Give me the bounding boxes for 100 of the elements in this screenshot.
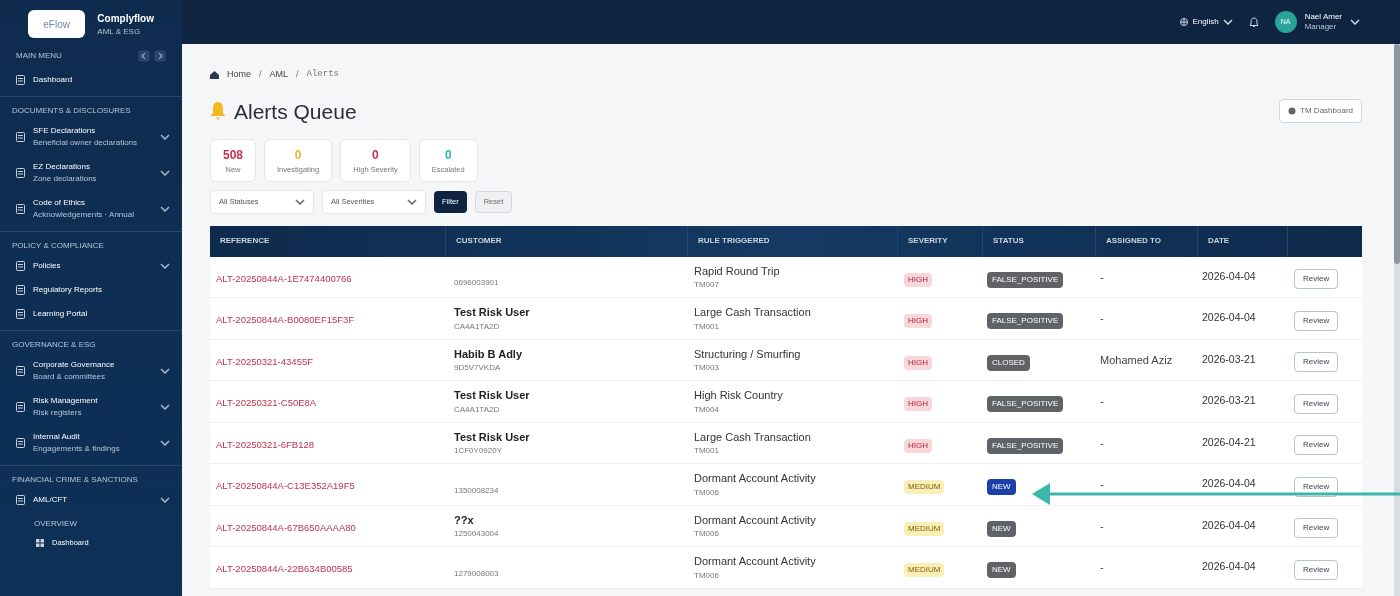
table-cell-text: -	[1099, 518, 1105, 534]
page-icon	[16, 309, 25, 319]
customer-name: Test Risk User	[454, 305, 531, 320]
nav-label: Corporate Governance	[33, 359, 116, 371]
breadcrumb-separator: /	[296, 68, 299, 81]
severity-badge: HIGH	[904, 438, 932, 453]
review-button[interactable]: Review	[1294, 269, 1339, 290]
page-icon	[16, 438, 25, 448]
page-icon	[16, 402, 25, 412]
dashboard-button[interactable]: TM Dashboard	[1279, 99, 1362, 124]
nav-item[interactable]: EZ Declarations Zone declarations	[0, 157, 182, 189]
globe-icon	[1180, 18, 1189, 26]
column-header: SEVERITY	[898, 225, 983, 257]
stat-value: 0	[294, 147, 302, 164]
table-cell-text: -	[1099, 560, 1105, 575]
review-button[interactable]: Review	[1294, 435, 1339, 456]
user-role: Manager	[1304, 22, 1338, 32]
reference-link[interactable]: ALT-20250321-6FB128	[216, 438, 315, 450]
language-label: English	[1192, 16, 1219, 28]
reference-link[interactable]: ALT-20250321-C50E8A	[216, 397, 317, 409]
table-cell-text: -	[1099, 435, 1105, 451]
severity-badge: MEDIUM	[904, 563, 945, 578]
breadcrumb-link[interactable]: Home	[227, 68, 251, 82]
nav-item[interactable]: AML/CFT	[0, 490, 182, 510]
customer-id: CA4A1TA2D	[454, 403, 501, 416]
status-badge: FALSE_POSITIVE	[987, 313, 1064, 330]
rule-code: TM003	[694, 362, 720, 374]
column-header: RULE TRIGGERED	[688, 225, 898, 257]
page-title: Alerts Queue	[234, 98, 357, 125]
stat-value: 508	[223, 147, 244, 164]
column-header: ASSIGNED TO	[1096, 225, 1198, 257]
table-cell-text: 2026-04-04	[1201, 517, 1257, 533]
collapse-icon	[138, 50, 150, 62]
reference-link[interactable]: ALT-20250844A-B0080EF15F3F	[216, 314, 355, 326]
status-badge: FALSE_POSITIVE	[987, 396, 1064, 413]
reference-link[interactable]: ALT-20250844A-67B650AAAA80	[216, 521, 356, 533]
customer-id: CA4A1TA2D	[454, 320, 501, 333]
customer-name: Test Risk User	[454, 388, 531, 403]
review-button[interactable]: Review	[1294, 559, 1339, 580]
nav-label: Risk Management	[33, 395, 99, 407]
table-cell-text: 2026-04-21	[1201, 434, 1257, 450]
page-icon	[16, 495, 25, 505]
app-tagline: AML & ESG	[97, 25, 142, 38]
table-cell-text: -	[1099, 394, 1105, 409]
rule-name: High Risk Country	[694, 388, 784, 403]
review-button[interactable]: Review	[1294, 476, 1339, 497]
review-button[interactable]: Review	[1294, 352, 1339, 373]
customer-id: 1250043004	[454, 528, 500, 540]
review-button[interactable]: Review	[1294, 310, 1339, 331]
review-button[interactable]: Review	[1294, 518, 1339, 539]
nav-item[interactable]: Regulatory Reports	[0, 280, 182, 300]
rule-name: Dormant Account Activity	[694, 471, 817, 486]
severity-badge: MEDIUM	[904, 480, 945, 495]
nav-item[interactable]: Code of Ethics Acknowledgements · Annual	[0, 193, 182, 225]
reference-link[interactable]: ALT-20250844A-C13E352A19F5	[216, 480, 355, 492]
status-badge: FALSE_POSITIVE	[987, 271, 1064, 288]
bell-icon	[210, 102, 226, 121]
rule-name: Rapid Round Trip	[694, 263, 781, 279]
nav-sublabel: Zone declarations	[33, 173, 98, 185]
grid-icon	[36, 538, 44, 547]
section-heading: DOCUMENTS & DISCLOSURES	[11, 105, 132, 117]
table-cell-text: Mohamed Aziz	[1099, 352, 1174, 368]
severity-badge: HIGH	[904, 272, 932, 287]
table-cell-text: 2026-03-21	[1201, 351, 1257, 367]
reference-link[interactable]: ALT-20250321-43455F	[216, 355, 313, 367]
nav-item[interactable]: Dashboard	[0, 70, 182, 90]
language-selector[interactable]: English	[1180, 16, 1233, 28]
rule-code: TM006	[694, 569, 720, 582]
breadcrumb-current: Alerts	[306, 68, 339, 81]
chevron-down-icon	[1222, 19, 1233, 25]
rule-name: Dormant Account Activity	[694, 554, 817, 569]
rule-code: TM004	[694, 403, 720, 416]
reference-link[interactable]: ALT-20250844A-22B634B00585	[216, 563, 353, 575]
section-heading: FINANCIAL CRIME & SANCTIONS	[11, 474, 139, 486]
nav-item[interactable]: Corporate Governance Board & committees	[0, 355, 182, 387]
nav-item[interactable]: Policies	[0, 256, 182, 276]
reference-link[interactable]: ALT-20250844A-1E7474400766	[216, 272, 352, 284]
page-icon	[16, 204, 25, 214]
nav-label: Internal Audit	[33, 431, 81, 443]
page-icon	[16, 132, 25, 142]
nav-item[interactable]: Internal Audit Engagements & findings	[0, 427, 182, 459]
severity-badge: MEDIUM	[904, 521, 945, 536]
nav-label: SFE Declarations	[33, 125, 97, 137]
rule-name: Large Cash Transaction	[694, 305, 812, 320]
severity-badge: HIGH	[904, 397, 932, 412]
table-cell-text: 2026-04-04	[1201, 268, 1257, 284]
rule-name: Large Cash Transaction	[694, 429, 812, 445]
nav-item[interactable]: Risk Management Risk registers	[0, 391, 182, 423]
nav-item[interactable]: SFE Declarations Beneficial owner declarations	[0, 121, 182, 153]
column-header: STATUS	[983, 225, 1096, 257]
chevron-down-icon	[1350, 19, 1360, 25]
nav-sublabel: Board & committees	[33, 371, 107, 383]
review-button[interactable]: Review	[1294, 393, 1339, 414]
stat-value: 0	[372, 147, 379, 164]
scrollbar[interactable]	[1394, 44, 1400, 596]
nav-label: AML/CFT	[33, 494, 69, 506]
breadcrumb-link[interactable]: AML	[269, 68, 289, 82]
nav-item[interactable]: Learning Portal	[0, 304, 182, 324]
nav-sublabel: Acknowledgements · Annual	[33, 209, 135, 221]
menu-heading: MAIN MENU	[16, 50, 62, 62]
